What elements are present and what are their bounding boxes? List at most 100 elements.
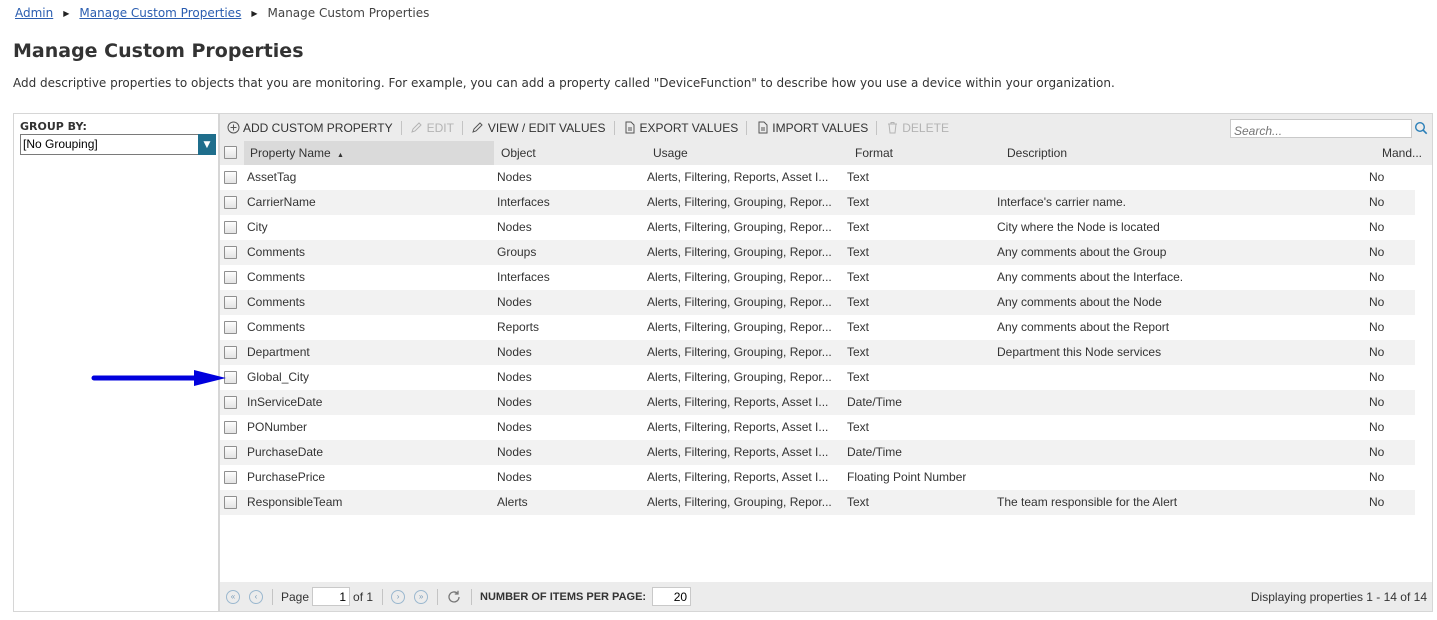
- row-checkbox[interactable]: [224, 196, 237, 209]
- row-checkbox[interactable]: [224, 346, 237, 359]
- search-input[interactable]: [1231, 122, 1411, 140]
- cell-description: City where the Node is located: [997, 220, 1160, 234]
- row-checkbox[interactable]: [224, 321, 237, 334]
- search-field[interactable]: [1230, 119, 1412, 140]
- add-custom-property-button[interactable]: ADD CUSTOM PROPERTY: [226, 121, 393, 135]
- first-page-icon[interactable]: «: [226, 589, 240, 604]
- cell-mandatory: No: [1369, 320, 1385, 334]
- table-row[interactable]: ResponsibleTeam Alerts Alerts, Filtering…: [220, 490, 1415, 515]
- cell-format: Text: [847, 320, 870, 334]
- breadcrumb-link-admin[interactable]: Admin: [15, 6, 53, 20]
- table-row[interactable]: Comments Groups Alerts, Filtering, Group…: [220, 240, 1415, 265]
- table-row[interactable]: InServiceDate Nodes Alerts, Filtering, R…: [220, 390, 1415, 415]
- toolbar-divider: [613, 120, 615, 135]
- table-row[interactable]: PONumber Nodes Alerts, Filtering, Report…: [220, 415, 1415, 440]
- items-per-page-input[interactable]: [652, 587, 692, 606]
- cell-property-name: CarrierName: [247, 195, 316, 209]
- add-circle-icon: [226, 121, 240, 135]
- add-custom-property-label: ADD CUSTOM PROPERTY: [243, 120, 393, 135]
- next-page-icon[interactable]: ›: [391, 589, 406, 604]
- column-header-usage[interactable]: Usage: [653, 141, 688, 165]
- cell-mandatory: No: [1369, 395, 1385, 409]
- cell-format: Date/Time: [847, 395, 902, 409]
- previous-page-icon[interactable]: ‹: [249, 589, 263, 604]
- last-page-icon[interactable]: »: [414, 589, 429, 604]
- table-row[interactable]: City Nodes Alerts, Filtering, Grouping, …: [220, 215, 1415, 240]
- cell-usage: Alerts, Filtering, Grouping, Repor...: [647, 320, 832, 334]
- export-values-button[interactable]: EXPORT VALUES: [623, 121, 738, 135]
- cell-object: Nodes: [497, 295, 532, 309]
- page-label: Page: [281, 589, 310, 604]
- view-edit-values-button[interactable]: VIEW / EDIT VALUES: [471, 121, 606, 135]
- cell-format: Text: [847, 370, 870, 384]
- grid-header: Property Name ▲ Object Usage Format Desc…: [220, 141, 1432, 165]
- cell-property-name: City: [247, 220, 268, 234]
- breadcrumb-arrow-icon: ▶: [63, 8, 70, 18]
- table-row[interactable]: Comments Reports Alerts, Filtering, Grou…: [220, 315, 1415, 340]
- table-row[interactable]: Comments Interfaces Alerts, Filtering, G…: [220, 265, 1415, 290]
- cell-usage: Alerts, Filtering, Grouping, Repor...: [647, 495, 832, 509]
- row-checkbox[interactable]: [224, 496, 237, 509]
- toolbar-divider: [461, 120, 463, 135]
- import-values-button[interactable]: IMPORT VALUES: [755, 121, 868, 135]
- cell-usage: Alerts, Filtering, Grouping, Repor...: [647, 295, 832, 309]
- cell-usage: Alerts, Filtering, Grouping, Repor...: [647, 195, 832, 209]
- cell-description: Any comments about the Report: [997, 320, 1170, 334]
- cell-object: Nodes: [497, 345, 532, 359]
- cell-description: Any comments about the Group: [997, 245, 1167, 259]
- group-by-label: GROUP BY:: [20, 120, 87, 133]
- toolbar-divider: [876, 120, 878, 135]
- table-row[interactable]: PurchaseDate Nodes Alerts, Filtering, Re…: [220, 440, 1415, 465]
- row-checkbox[interactable]: [224, 271, 237, 284]
- table-row[interactable]: Global_City Nodes Alerts, Filtering, Gro…: [220, 365, 1415, 390]
- row-checkbox[interactable]: [224, 421, 237, 434]
- search-icon[interactable]: [1414, 120, 1430, 136]
- chevron-down-icon[interactable]: ▼: [198, 134, 216, 155]
- table-row[interactable]: Department Nodes Alerts, Filtering, Grou…: [220, 340, 1415, 365]
- column-header-description[interactable]: Description: [1007, 141, 1067, 165]
- table-row[interactable]: AssetTag Nodes Alerts, Filtering, Report…: [220, 165, 1415, 190]
- cell-usage: Alerts, Filtering, Reports, Asset I...: [647, 470, 829, 484]
- breadcrumb-link-manage-custom-properties[interactable]: Manage Custom Properties: [79, 6, 241, 20]
- cell-mandatory: No: [1369, 495, 1385, 509]
- cell-usage: Alerts, Filtering, Grouping, Repor...: [647, 370, 832, 384]
- row-checkbox[interactable]: [224, 296, 237, 309]
- row-checkbox[interactable]: [224, 246, 237, 259]
- cell-usage: Alerts, Filtering, Reports, Asset I...: [647, 420, 829, 434]
- cell-object: Nodes: [497, 420, 532, 434]
- group-by-select[interactable]: [No Grouping] ▼: [20, 134, 216, 155]
- column-header-mandatory[interactable]: Mand...: [1382, 141, 1422, 165]
- table-row[interactable]: CarrierName Interfaces Alerts, Filtering…: [220, 190, 1415, 215]
- column-header-property-name[interactable]: Property Name ▲: [244, 141, 494, 165]
- cell-format: Text: [847, 245, 870, 259]
- row-checkbox[interactable]: [224, 446, 237, 459]
- page-count-label: of 1: [353, 589, 374, 604]
- pager-divider: [272, 588, 273, 605]
- grid-rows: AssetTag Nodes Alerts, Filtering, Report…: [220, 165, 1415, 515]
- refresh-icon[interactable]: [446, 589, 462, 605]
- select-all-checkbox[interactable]: [224, 146, 237, 159]
- cell-property-name: Department: [247, 345, 310, 359]
- column-header-object[interactable]: Object: [501, 141, 536, 165]
- row-checkbox[interactable]: [224, 471, 237, 484]
- table-row[interactable]: PurchasePrice Nodes Alerts, Filtering, R…: [220, 465, 1415, 490]
- page-number-input[interactable]: [312, 587, 351, 606]
- cell-property-name: Comments: [247, 320, 306, 334]
- group-by-panel: GROUP BY: [No Grouping] ▼: [13, 113, 219, 612]
- cell-format: Text: [847, 195, 870, 209]
- table-row[interactable]: Comments Nodes Alerts, Filtering, Groupi…: [220, 290, 1415, 315]
- column-header-format[interactable]: Format: [855, 141, 893, 165]
- delete-button[interactable]: DELETE: [885, 121, 949, 135]
- edit-button[interactable]: EDIT: [410, 121, 454, 135]
- toolbar-divider: [400, 120, 402, 135]
- cell-property-name: Comments: [247, 245, 306, 259]
- cell-usage: Alerts, Filtering, Grouping, Repor...: [647, 270, 832, 284]
- cell-property-name: ResponsibleTeam: [247, 495, 343, 509]
- group-by-selected-value: [No Grouping]: [23, 137, 98, 151]
- cell-usage: Alerts, Filtering, Grouping, Repor...: [647, 345, 832, 359]
- row-checkbox[interactable]: [224, 396, 237, 409]
- row-checkbox[interactable]: [224, 171, 237, 184]
- row-checkbox[interactable]: [224, 221, 237, 234]
- import-values-label: IMPORT VALUES: [772, 120, 869, 135]
- cell-mandatory: No: [1369, 420, 1385, 434]
